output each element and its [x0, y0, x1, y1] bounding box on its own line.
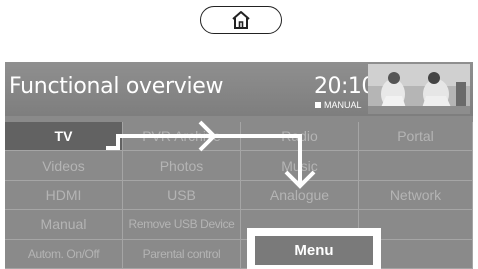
path-arrow-line: [106, 134, 302, 185]
navigation-arrows: [106, 120, 316, 189]
menu-label: Menu: [294, 242, 334, 259]
menu-button[interactable]: Menu: [255, 236, 373, 265]
menu-popup[interactable]: Menu: [247, 228, 381, 269]
